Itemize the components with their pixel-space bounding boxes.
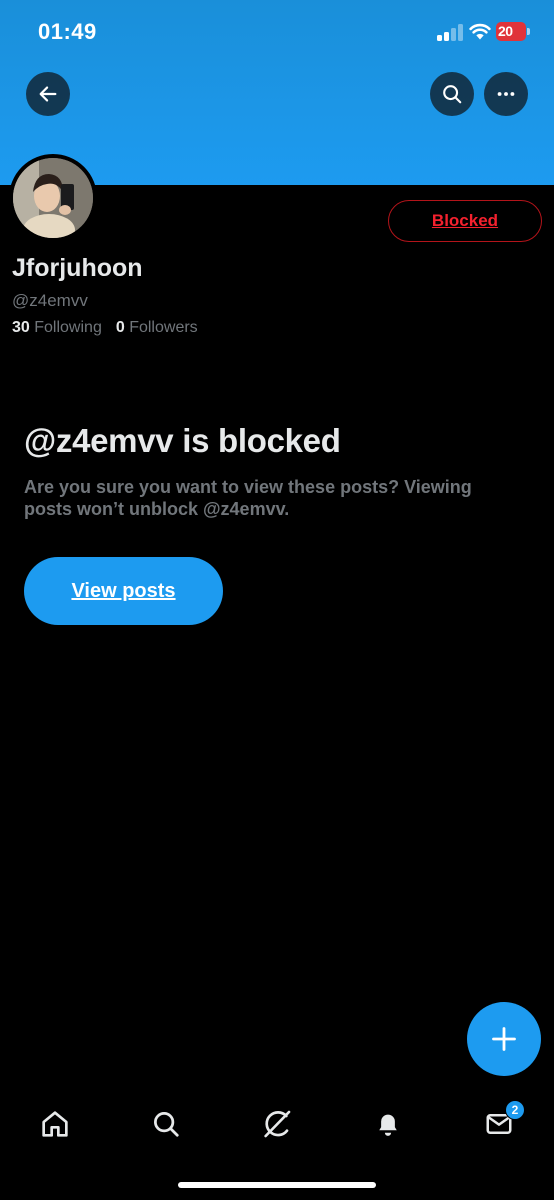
avatar[interactable] (9, 154, 97, 242)
avatar-photo (13, 158, 93, 238)
arrow-left-icon (39, 86, 57, 102)
battery-icon: 20 (496, 22, 530, 41)
view-posts-button[interactable]: View posts (24, 557, 223, 625)
blocked-title: @z4emvv is blocked (24, 422, 341, 459)
profile-handle: @z4emvv (12, 291, 88, 310)
followers-count: 0 (115, 319, 125, 336)
search-icon (154, 1112, 179, 1137)
following-label: Following (34, 319, 102, 336)
wifi-icon (469, 23, 491, 40)
compose-button[interactable] (467, 1002, 541, 1076)
search-button[interactable] (430, 72, 474, 116)
blocked-description: Are you sure you want to view these post… (24, 477, 472, 519)
followers-link[interactable]: 0 Followers (116, 319, 198, 337)
home-icon (42, 1111, 68, 1137)
back-button[interactable] (26, 72, 70, 116)
home-indicator[interactable] (178, 1182, 376, 1188)
status-time: 01:49 (38, 19, 97, 44)
plus-icon (492, 1027, 516, 1051)
blocked-button[interactable]: Blocked (388, 200, 542, 242)
status-bar: 01:49 20 (0, 0, 554, 66)
messages-badge: 2 (505, 1100, 525, 1120)
tab-grok[interactable] (257, 1104, 297, 1144)
battery-level: 20 (498, 23, 513, 39)
tab-search[interactable] (146, 1104, 186, 1144)
following-link[interactable]: 30 Following (12, 319, 102, 337)
bottom-tab-bar (0, 1090, 554, 1160)
more-horizontal-icon (497, 92, 515, 96)
bell-icon (379, 1114, 397, 1136)
grok-icon (264, 1110, 291, 1138)
cellular-signal-icon (437, 24, 463, 41)
profile-display-name: Jforjuhoon (12, 254, 143, 282)
search-icon (443, 85, 462, 104)
more-button[interactable] (484, 72, 528, 116)
following-count: 30 (12, 319, 30, 336)
tab-home[interactable] (35, 1104, 75, 1144)
follow-stats: 30 Following 0 Followers (12, 319, 198, 337)
followers-label: Followers (129, 319, 198, 336)
tab-notifications[interactable] (368, 1104, 408, 1144)
